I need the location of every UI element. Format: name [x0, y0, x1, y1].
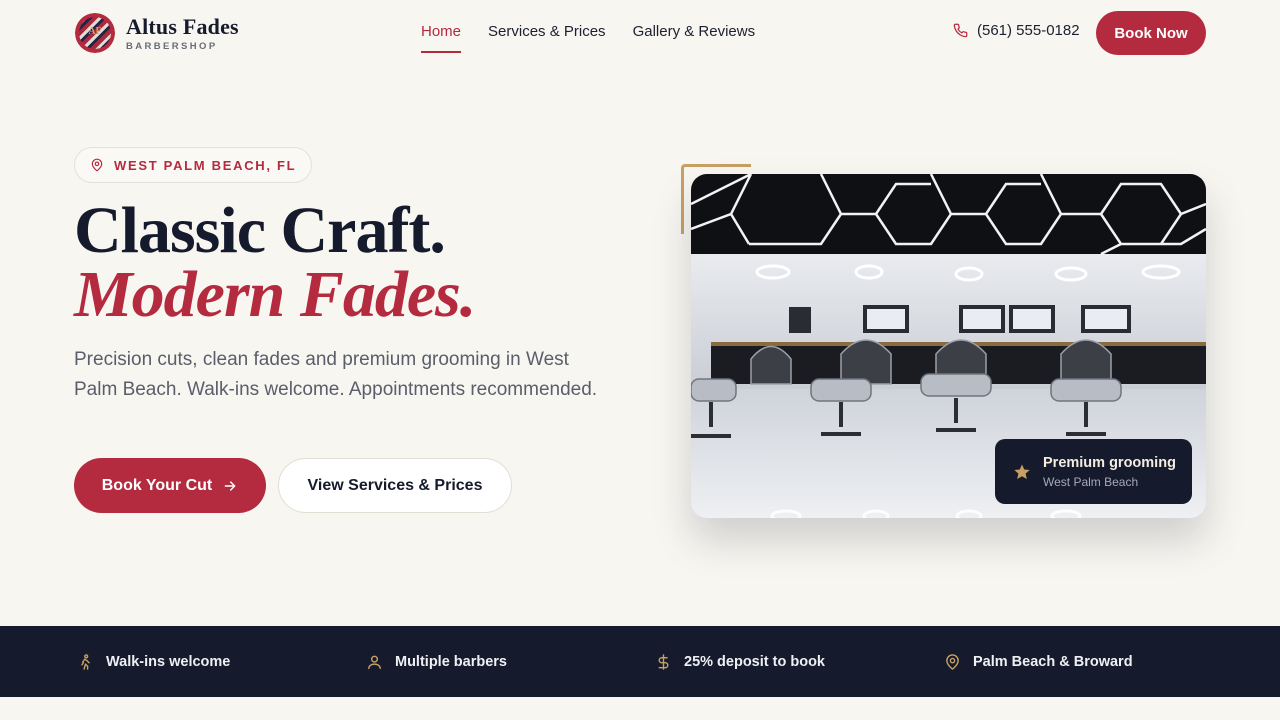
brand[interactable]: AF Altus Fades BARBERSHOP: [75, 13, 239, 53]
feature-service-area: Palm Beach & Broward: [944, 626, 1133, 697]
main-nav: Home Services & Prices Gallery & Reviews: [421, 22, 782, 53]
hero-title-line1: Classic Craft.: [74, 194, 446, 267]
feature-walk-ins: Walk-ins welcome: [77, 626, 230, 697]
dollar-icon: [658, 653, 669, 670]
phone-link[interactable]: (561) 555-0182: [953, 22, 1080, 39]
phone-number: (561) 555-0182: [977, 22, 1080, 39]
location-text: WEST PALM BEACH, FL: [114, 157, 297, 173]
user-icon: [368, 655, 381, 669]
brand-subtitle: BARBERSHOP: [126, 40, 218, 52]
hero-title-line2: Modern Fades.: [74, 258, 476, 331]
location-pill: WEST PALM BEACH, FL: [74, 147, 313, 183]
site-header: AF Altus Fades BARBERSHOP Home Services …: [0, 0, 1280, 66]
star-icon: [1014, 464, 1030, 479]
nav-item-home[interactable]: Home: [421, 22, 462, 53]
premium-grooming-badge: Premium grooming West Palm Beach: [995, 439, 1192, 504]
badge-subtitle: West Palm Beach: [1043, 475, 1139, 489]
features-bar: Walk-ins welcome Multiple barbers 25% de…: [0, 626, 1280, 697]
feature-label: Palm Beach & Broward: [973, 653, 1133, 670]
walking-person-icon: [81, 653, 90, 670]
badge-title: Premium grooming: [1043, 455, 1176, 471]
feature-label: 25% deposit to book: [684, 653, 825, 670]
book-your-cut-button[interactable]: Book Your Cut: [74, 458, 266, 513]
phone-icon: [953, 23, 968, 38]
nav-item-gallery-reviews[interactable]: Gallery & Reviews: [633, 22, 756, 53]
view-services-button[interactable]: View Services & Prices: [278, 458, 512, 513]
nav-item-services-prices[interactable]: Services & Prices: [488, 22, 606, 53]
logo-badge-icon: AF: [75, 13, 115, 53]
feature-multiple-barbers: Multiple barbers: [366, 626, 507, 697]
feature-label: Multiple barbers: [395, 653, 507, 670]
arrow-right-icon: [224, 480, 236, 491]
feature-label: Walk-ins welcome: [106, 653, 231, 670]
book-your-cut-label: Book Your Cut: [101, 476, 213, 494]
book-now-button[interactable]: Book Now: [1096, 11, 1206, 55]
map-pin-icon: [91, 158, 103, 172]
feature-deposit: 25% deposit to book: [655, 626, 825, 697]
brand-name: Altus Fades: [126, 13, 239, 39]
logo-initials: AF: [88, 26, 102, 37]
hero-description: Precision cuts, clean fades and premium …: [74, 349, 598, 400]
map-pin-icon: [946, 653, 959, 670]
hero-title: Classic Craft. Modern Fades.: [74, 194, 476, 331]
